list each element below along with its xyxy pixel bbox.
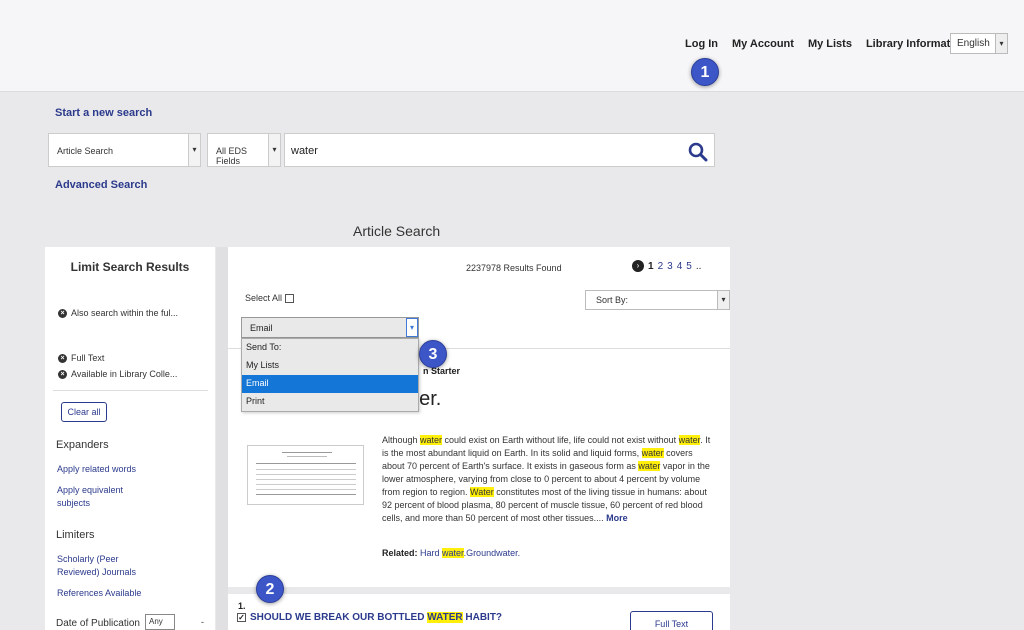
advanced-search-link[interactable]: Advanced Search: [55, 179, 147, 191]
results-panel: 2237978 Results Found › 1 2 3 4 5 .. Sel…: [228, 247, 730, 587]
related-link-hard-water[interactable]: Hard water: [420, 548, 464, 558]
text: Hard: [420, 548, 443, 558]
limiters-heading: Limiters: [56, 529, 95, 541]
filter-label: Full Text: [71, 353, 105, 363]
result-heading-rest: er.: [419, 388, 442, 410]
top-bar: Log In My Account My Lists Library Infor…: [0, 0, 1024, 92]
limit-panel-title: Limit Search Results: [70, 260, 190, 274]
link-line: Scholarly (Peer: [57, 554, 119, 564]
apply-equivalent-subjects-link[interactable]: Apply equivalent subjects: [57, 484, 123, 510]
highlight: Water: [470, 487, 494, 497]
highlight: water: [638, 461, 661, 471]
next-page-icon[interactable]: ›: [632, 260, 644, 272]
clear-all-button[interactable]: Clear all: [61, 402, 107, 422]
my-lists-link[interactable]: My Lists: [808, 38, 852, 50]
remove-icon[interactable]: ×: [58, 309, 67, 319]
gutter: [216, 247, 228, 630]
chevron-down-icon: ▾: [995, 34, 1007, 53]
page-ellipsis: ..: [695, 260, 702, 272]
sort-by-select[interactable]: Sort By: ▾: [585, 290, 730, 310]
search-query: water: [291, 145, 318, 157]
step-badge-2: 2: [256, 575, 284, 603]
highlight: water: [678, 435, 701, 445]
pagination: › 1 2 3 4 5 ..: [632, 260, 701, 272]
result-title-link[interactable]: ✓ SHOULD WE BREAK OUR BOTTLED WATER HABIT…: [237, 612, 502, 623]
text: SHOULD WE BREAK OUR BOTTLED: [250, 612, 428, 623]
page-title: Article Search: [353, 223, 441, 239]
result-thumbnail[interactable]: [247, 445, 364, 505]
full-text-search-filter[interactable]: × Also search within the ful...: [58, 308, 179, 319]
page-link[interactable]: 3: [667, 261, 673, 272]
related-label: Related:: [382, 548, 418, 558]
text: could exist on Earth without life, life …: [442, 435, 679, 445]
action-select[interactable]: Email ▾: [241, 317, 419, 338]
result-number: 1.: [238, 601, 246, 611]
related-topics: Related: Hard water.Groundwater.: [382, 548, 520, 558]
step-badge-1: 1: [691, 58, 719, 86]
remove-icon[interactable]: ×: [58, 354, 67, 364]
page-link[interactable]: 1: [648, 261, 654, 272]
result-abstract: Although water could exist on Earth with…: [382, 434, 712, 525]
menu-item-send-to[interactable]: Send To:: [242, 339, 418, 357]
chevron-down-icon: ▾: [717, 291, 729, 309]
page-link[interactable]: 5: [686, 261, 692, 272]
action-select-value: Email: [250, 323, 273, 333]
select-all-checkbox[interactable]: [285, 294, 295, 304]
field-select[interactable]: All EDS Fields ▾: [207, 133, 281, 167]
sort-by-value: Sort By:: [596, 295, 629, 305]
full-text-filter[interactable]: × Full Text: [58, 353, 105, 364]
language-select[interactable]: English ▾: [950, 33, 1008, 54]
search-icon[interactable]: [688, 142, 708, 162]
chevron-down-icon: ▾: [406, 318, 418, 337]
source-select[interactable]: Article Search ▾: [48, 133, 201, 167]
text: Although: [382, 435, 421, 445]
pub-date-from-input[interactable]: Any: [145, 614, 175, 630]
scholarly-journals-link[interactable]: Scholarly (Peer Reviewed) Journals: [57, 553, 136, 579]
language-value: English: [957, 38, 990, 49]
log-in-link[interactable]: Log In: [685, 38, 718, 50]
filter-label: Available in Library Colle...: [71, 369, 178, 379]
top-nav: Log In My Account My Lists Library Infor…: [685, 38, 967, 50]
link-line: subjects: [57, 498, 91, 508]
menu-item-print[interactable]: Print: [242, 393, 418, 411]
action-dropdown-menu: Send To: My Lists Email Print: [241, 338, 419, 412]
menu-item-my-lists[interactable]: My Lists: [242, 357, 418, 375]
source-select-value: Article Search: [57, 146, 114, 156]
field-select-value: All EDS Fields: [216, 146, 248, 166]
remove-icon[interactable]: ×: [58, 370, 67, 380]
result-item: 1. ✓ SHOULD WE BREAK OUR BOTTLED WATER HA…: [228, 594, 730, 630]
result-checkbox[interactable]: ✓: [237, 612, 246, 622]
date-of-publication-label: Date of Publication: [56, 618, 140, 629]
search-input[interactable]: water: [284, 133, 715, 167]
available-filter[interactable]: × Available in Library Colle...: [58, 369, 178, 380]
menu-item-email[interactable]: Email: [242, 375, 418, 393]
references-available-link[interactable]: References Available: [57, 587, 141, 600]
limit-panel: Limit Search Results × Also search within…: [45, 247, 215, 630]
full-text-button[interactable]: Full Text: [630, 611, 713, 630]
date-separator: -: [201, 617, 204, 627]
text: HABIT?: [462, 612, 503, 623]
page-link[interactable]: 4: [677, 261, 683, 272]
highlight: WATER: [427, 612, 463, 623]
highlight: water: [420, 435, 443, 445]
link-line: Apply equivalent: [57, 485, 124, 495]
chevron-down-icon: ▾: [268, 134, 280, 166]
page-link[interactable]: 2: [658, 261, 664, 272]
start-new-search-link[interactable]: Start a new search: [55, 107, 152, 119]
more-link[interactable]: More: [606, 513, 628, 523]
my-account-link[interactable]: My Account: [732, 38, 794, 50]
highlight: water: [641, 448, 664, 458]
select-all[interactable]: Select All: [245, 293, 295, 304]
expanders-heading: Expanders: [56, 439, 109, 451]
step-badge-3: 3: [419, 340, 447, 368]
divider: [53, 390, 208, 391]
highlight: water: [442, 548, 464, 558]
link-line: Reviewed) Journals: [57, 567, 137, 577]
select-all-label: Select All: [245, 293, 283, 303]
results-count: 2237978 Results Found: [466, 263, 562, 273]
related-link-groundwater[interactable]: .Groundwater.: [464, 548, 521, 558]
apply-related-words-link[interactable]: Apply related words: [57, 463, 136, 476]
filter-label: Also search within the ful...: [71, 308, 179, 318]
chevron-down-icon: ▾: [188, 134, 200, 166]
